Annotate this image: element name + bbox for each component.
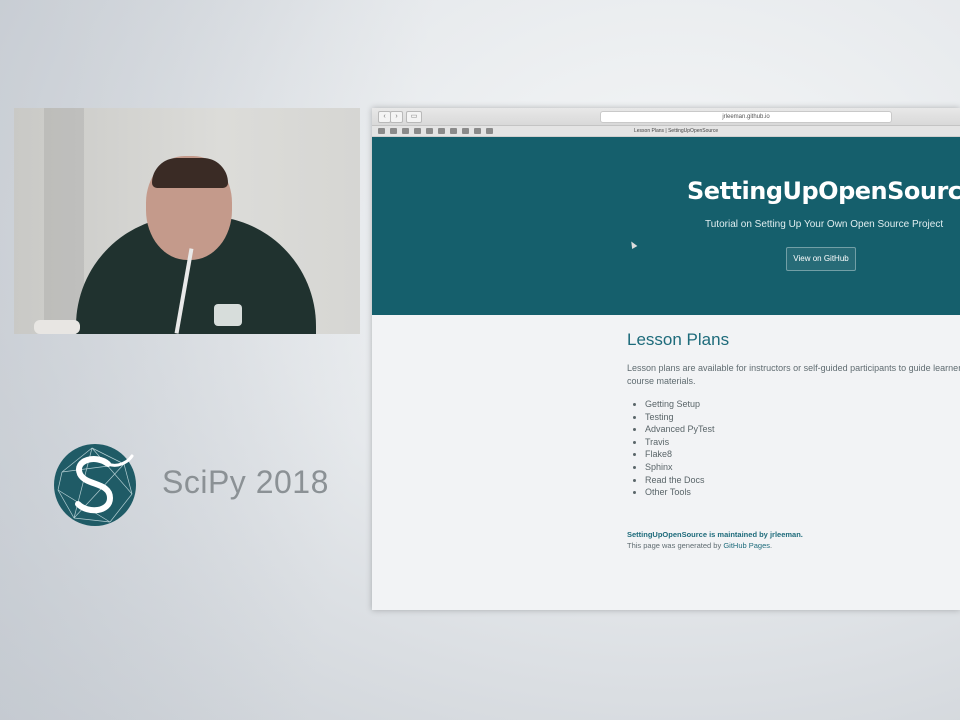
maintainer-credit[interactable]: SettingUpOpenSource is maintained by jrl… [627, 529, 960, 540]
url-bar[interactable]: jrleeman.github.io [600, 111, 892, 123]
lesson-link[interactable]: Advanced PyTest [645, 423, 960, 436]
microphone [34, 320, 80, 334]
lesson-link[interactable]: Sphinx [645, 461, 960, 474]
bookmarks-bar: Lesson Plans | SettingUpOpenSource [372, 126, 960, 137]
bookmark-icon[interactable] [450, 128, 457, 134]
page-footer: SettingUpOpenSource is maintained by jrl… [627, 529, 960, 551]
mouse-cursor-icon [628, 239, 638, 250]
chevron-right-icon[interactable]: › [390, 111, 403, 123]
sidebar-icon[interactable]: ▭ [406, 111, 422, 123]
project-tagline: Tutorial on Setting Up Your Own Open Sou… [705, 219, 944, 230]
main-content: Lesson Plans Lesson plans are available … [627, 330, 960, 551]
bookmark-icon[interactable] [426, 128, 433, 134]
lesson-link[interactable]: Read the Docs [645, 474, 960, 487]
speaker-badge [214, 304, 242, 326]
bookmark-icon[interactable] [486, 128, 493, 134]
bookmark-icon[interactable] [474, 128, 481, 134]
bookmark-icon[interactable] [414, 128, 421, 134]
lesson-list: Getting Setup Testing Advanced PyTest Tr… [627, 398, 960, 499]
generator-credit: This page was generated by GitHub Pages. [627, 540, 960, 551]
lesson-link[interactable]: Travis [645, 436, 960, 449]
view-on-github-button[interactable]: View on GitHub [786, 247, 856, 271]
browser-toolbar: ‹ › ▭ jrleeman.github.io [372, 108, 960, 126]
page-hero: SettingUpOpenSource Tutorial on Setting … [372, 137, 960, 315]
bookmark-icon[interactable] [378, 128, 385, 134]
speaker-hair [152, 158, 228, 188]
bookmark-icon[interactable] [462, 128, 469, 134]
conference-title: SciPy 2018 [162, 464, 329, 500]
scipy-snake-logo-icon [54, 444, 136, 526]
webcam-video [14, 108, 360, 334]
section-description: Lesson plans are available for instructo… [627, 363, 960, 386]
browser-window: ‹ › ▭ jrleeman.github.io Lesson Plans | … [372, 108, 960, 610]
generator-suffix: . [770, 540, 773, 550]
lesson-link[interactable]: Other Tools [645, 486, 960, 499]
bookmark-icon[interactable] [438, 128, 445, 134]
bookmark-icon[interactable] [402, 128, 409, 134]
generator-prefix: This page was generated by [627, 540, 724, 550]
github-pages-link[interactable]: GitHub Pages [723, 541, 770, 550]
lesson-link[interactable]: Flake8 [645, 448, 960, 461]
tab-title[interactable]: Lesson Plans | SettingUpOpenSource [634, 126, 718, 136]
section-heading: Lesson Plans [627, 330, 730, 349]
project-title: SettingUpOpenSource [687, 177, 960, 205]
bookmark-icon[interactable] [390, 128, 397, 134]
lesson-link[interactable]: Testing [645, 411, 960, 424]
lesson-link[interactable]: Getting Setup [645, 398, 960, 411]
